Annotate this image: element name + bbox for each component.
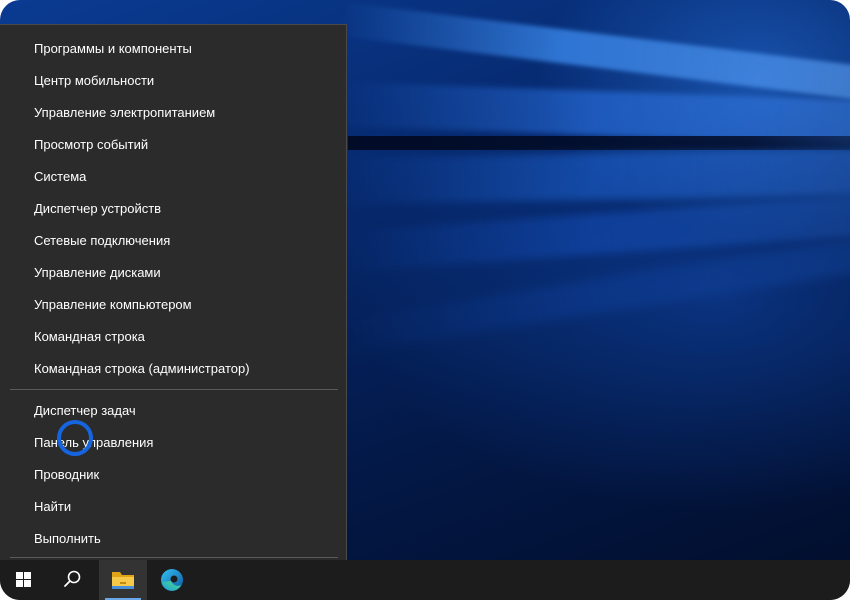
menu-separator <box>10 557 338 558</box>
menu-item-event-viewer[interactable]: Просмотр событий <box>2 130 344 160</box>
edge-icon <box>161 569 183 591</box>
wallpaper-dark-band <box>348 136 850 150</box>
menu-item-mobility-center[interactable]: Центр мобильности <box>2 66 344 96</box>
menu-item-command-prompt-admin[interactable]: Командная строка (администратор) <box>2 354 344 384</box>
menu-item-task-manager[interactable]: Диспетчер задач <box>2 396 344 426</box>
start-button[interactable] <box>0 560 48 600</box>
menu-item-system[interactable]: Система <box>2 162 344 192</box>
file-explorer-icon <box>112 572 134 589</box>
taskbar <box>0 560 850 600</box>
desktop[interactable]: Программы и компоненты Центр мобильности… <box>0 0 850 600</box>
menu-item-disk-management[interactable]: Управление дисками <box>2 258 344 288</box>
winx-context-menu: Программы и компоненты Центр мобильности… <box>0 24 347 560</box>
taskbar-file-explorer-button[interactable] <box>99 560 147 600</box>
wallpaper-light-beam <box>339 148 850 204</box>
windows-start-icon <box>16 572 31 587</box>
menu-item-control-panel[interactable]: Панель управления <box>2 428 344 458</box>
menu-item-file-explorer[interactable]: Проводник <box>2 460 344 490</box>
menu-item-computer-management[interactable]: Управление компьютером <box>2 290 344 320</box>
search-icon <box>64 570 81 587</box>
menu-item-programs-and-features[interactable]: Программы и компоненты <box>2 34 344 64</box>
menu-item-network-connections[interactable]: Сетевые подключения <box>2 226 344 256</box>
menu-item-power-options[interactable]: Управление электропитанием <box>2 98 344 128</box>
menu-item-search[interactable]: Найти <box>2 492 344 522</box>
menu-item-command-prompt[interactable]: Командная строка <box>2 322 344 352</box>
menu-item-device-manager[interactable]: Диспетчер устройств <box>2 194 344 224</box>
menu-separator <box>10 389 338 390</box>
taskbar-search-button[interactable] <box>48 560 96 600</box>
taskbar-edge-button[interactable] <box>148 560 196 600</box>
menu-item-run[interactable]: Выполнить <box>2 524 344 554</box>
